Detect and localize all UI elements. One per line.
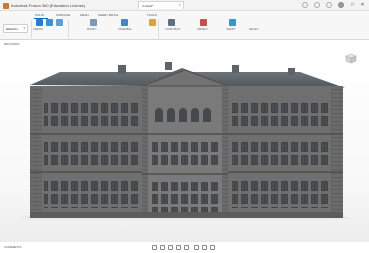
navigation-bar — [150, 244, 220, 252]
browser-panel-header: BROWSER — [0, 40, 369, 50]
measure-icon — [200, 19, 207, 26]
windows-row — [152, 182, 218, 212]
building-model — [20, 62, 350, 224]
new-component-icon — [36, 19, 43, 26]
insert-tool-label: INSERT — [226, 28, 236, 31]
tab-surface[interactable]: SURFACE — [56, 13, 70, 17]
app-logo-icon — [3, 2, 9, 9]
create-tool-label: CREATE — [33, 28, 43, 31]
sketch-icon — [46, 19, 53, 26]
document-tab-label: Untitled* — [142, 4, 154, 8]
insert-image-icon — [229, 19, 236, 26]
tab-mesh[interactable]: MESH — [80, 13, 89, 17]
ribbon-separator — [68, 20, 69, 38]
modify-tool-label: MODIFY — [87, 28, 97, 31]
windows-row — [152, 142, 218, 168]
select-tool-label: SELECT — [249, 28, 259, 31]
display-settings-icon[interactable] — [194, 245, 199, 250]
tab-tools[interactable]: TOOLS — [147, 13, 157, 17]
extrude-icon — [56, 19, 63, 26]
grid-icon[interactable] — [202, 245, 207, 250]
workspace-switcher[interactable]: DESIGN ▾ — [3, 24, 28, 33]
cursor-icon — [252, 19, 259, 26]
document-tab[interactable]: Untitled* ✕ — [138, 1, 184, 9]
viewport-canvas[interactable] — [0, 50, 369, 242]
corner-quoin — [30, 86, 42, 218]
account-avatar[interactable] — [338, 2, 344, 8]
plane-icon — [168, 19, 175, 26]
chimney — [232, 65, 239, 73]
close-button[interactable]: ✕ — [358, 1, 367, 10]
windows-row — [232, 102, 328, 128]
chimney — [118, 65, 126, 74]
viewcube-icon[interactable] — [345, 53, 357, 64]
press-pull-icon — [90, 19, 97, 26]
ribbon-separator — [158, 20, 159, 38]
add-tab-icon[interactable] — [302, 2, 308, 8]
help-icon[interactable] — [326, 2, 332, 8]
fit-icon[interactable] — [184, 245, 189, 250]
notifications-icon[interactable] — [314, 2, 320, 8]
browser-label[interactable]: BROWSER — [4, 42, 20, 46]
joint-icon — [121, 19, 128, 26]
construct-tool-label: CONSTRUCT — [165, 28, 181, 31]
chimney — [288, 68, 295, 75]
chimney — [165, 62, 172, 70]
workspace-label: DESIGN — [6, 27, 18, 31]
window-title: Autodesk Fusion 360 (Education License) — [11, 3, 86, 8]
tab-sheet-metal[interactable]: SHEET METAL — [98, 13, 119, 17]
plinth — [30, 212, 343, 218]
windows-row — [44, 142, 140, 168]
pavilion-quoin — [222, 86, 228, 218]
windows-row — [44, 102, 140, 128]
tab-solid[interactable]: SOLID — [35, 13, 44, 17]
windows-row — [44, 180, 140, 208]
windows-row — [232, 180, 328, 208]
move-icon — [149, 19, 156, 26]
orbit-icon[interactable] — [152, 245, 157, 250]
comments-panel-label[interactable]: COMMENTS — [4, 245, 22, 249]
viewports-icon[interactable] — [210, 245, 215, 250]
maximize-button[interactable]: □ — [348, 1, 357, 10]
assemble-tool-label: ASSEMBLE — [118, 28, 132, 31]
close-tab-icon[interactable]: ✕ — [178, 3, 181, 7]
pavilion-quoin — [142, 86, 148, 218]
ribbon: SOLID SURFACE MESH SHEET METAL TOOLS DES… — [0, 11, 369, 40]
chevron-down-icon: ▾ — [23, 26, 25, 30]
pan-icon[interactable] — [168, 245, 173, 250]
inspect-tool-label: INSPECT — [197, 28, 208, 31]
corner-quoin — [331, 86, 343, 218]
zoom-icon[interactable] — [176, 245, 181, 250]
look-at-icon[interactable] — [160, 245, 165, 250]
windows-row — [232, 142, 328, 168]
ribbon-separator — [31, 20, 32, 38]
